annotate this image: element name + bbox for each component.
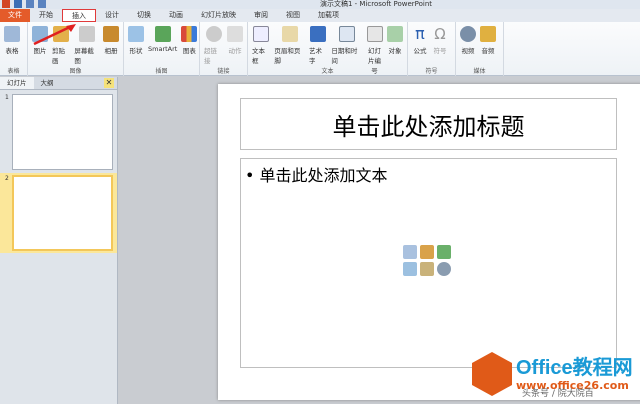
insert-smartart-icon[interactable] [437,245,451,259]
shapes-icon [128,26,144,42]
pi-icon: π [415,24,425,43]
watermark-brand: Office教程网 [516,356,633,379]
slide-number-icon [366,26,383,42]
insert-chart-icon[interactable] [420,245,434,259]
powerpoint-icon [2,0,10,8]
calendar-icon [338,26,355,42]
group-label: 链接 [217,68,230,75]
tab-slideshow[interactable]: 幻灯片放映 [192,9,245,22]
close-icon[interactable]: ✕ [104,78,114,88]
screenshot-icon [78,26,95,42]
textbox-icon [253,26,270,42]
red-arrow-annotation [33,24,76,46]
tab-insert[interactable]: 插入 [62,9,96,22]
object-icon [387,26,403,42]
office-logo-icon [472,352,512,396]
watermark-logo: Office教程网 www.office26.com 头条号 / 院大院百 [472,352,633,399]
slide-number: 1 [5,94,9,101]
slide-preview [12,94,113,170]
group-label: 插图 [155,68,168,75]
group-label: 文本 [321,68,334,75]
redo-icon[interactable] [38,0,46,8]
slide-preview [12,175,113,251]
insert-media-icon[interactable] [437,262,451,276]
content-placeholder[interactable]: • 单击此处添加文本 [240,158,617,368]
insert-clipart-icon[interactable] [420,262,434,276]
slide-thumbnail-selected[interactable]: 2 [0,173,117,253]
tab-animations[interactable]: 动画 [160,9,192,22]
smartart-icon [154,26,171,42]
group-symbols: π 公式 Ω 符号 符号 [408,22,456,76]
header-footer-icon [281,26,298,42]
tab-outline[interactable]: 大纲 [34,77,61,89]
tab-slides[interactable]: 幻灯片 [0,77,34,89]
tab-transitions[interactable]: 切换 [128,9,160,22]
group-links: 超链接 动作 链接 [200,22,248,76]
slide-thumbnail[interactable]: 1 [0,92,117,172]
window-title: 演示文稿1 - Microsoft PowerPoint [320,0,433,8]
group-tables: 表格 表格 [0,22,28,76]
tab-view[interactable]: 视图 [277,9,309,22]
group-label: 媒体 [473,68,486,75]
tab-file[interactable]: 文件 [0,9,30,22]
tab-design[interactable]: 设计 [96,9,128,22]
insert-picture-icon[interactable] [403,262,417,276]
watermark-source: 头条号 / 院大院百 [522,389,594,399]
slide-number: 2 [5,175,9,182]
group-illustrations: 形状 SmartArt 图表 插图 [124,22,200,76]
group-label: 符号 [425,68,438,75]
save-icon[interactable] [14,0,22,8]
wordart-icon [310,26,327,42]
speaker-icon [480,26,496,42]
ribbon: 表格 表格 图片 剪贴画 屏幕截图 相册 图像 形状 SmartArt 图表 插… [0,22,640,76]
title-placeholder[interactable]: 单击此处添加标题 [240,98,617,150]
group-text: 文本框 页眉和页脚 艺术字 日期和时间 幻灯片编号 对象 文本 [248,22,408,76]
group-label: 表格 [7,68,20,75]
tab-review[interactable]: 审阅 [245,9,277,22]
omega-icon: Ω [434,25,446,43]
slides-panel: 幻灯片 大纲 ✕ 1 2 [0,77,118,404]
bullet: • [245,166,255,185]
insert-table-icon[interactable] [403,245,417,259]
group-media: 视频 音频 媒体 [456,22,504,76]
chart-icon [181,26,198,42]
video-icon [460,26,476,42]
group-label: 图像 [69,68,82,75]
tab-addins[interactable]: 加载项 [309,9,348,22]
body-text: 单击此处添加文本 [259,166,388,185]
hyperlink-icon [205,26,222,42]
quick-access-toolbar [2,0,46,8]
undo-icon[interactable] [26,0,34,8]
panel-tabs: 幻灯片 大纲 ✕ [0,77,117,90]
table-icon [4,26,20,42]
title-bar: 演示文稿1 - Microsoft PowerPoint [0,0,640,9]
ribbon-tabs: 文件 开始 插入 设计 切换 动画 幻灯片放映 审阅 视图 加载项 [0,9,640,22]
photo-album-icon [103,26,119,42]
action-icon [227,26,243,42]
content-insert-icons [403,245,451,276]
tab-home[interactable]: 开始 [30,9,62,22]
